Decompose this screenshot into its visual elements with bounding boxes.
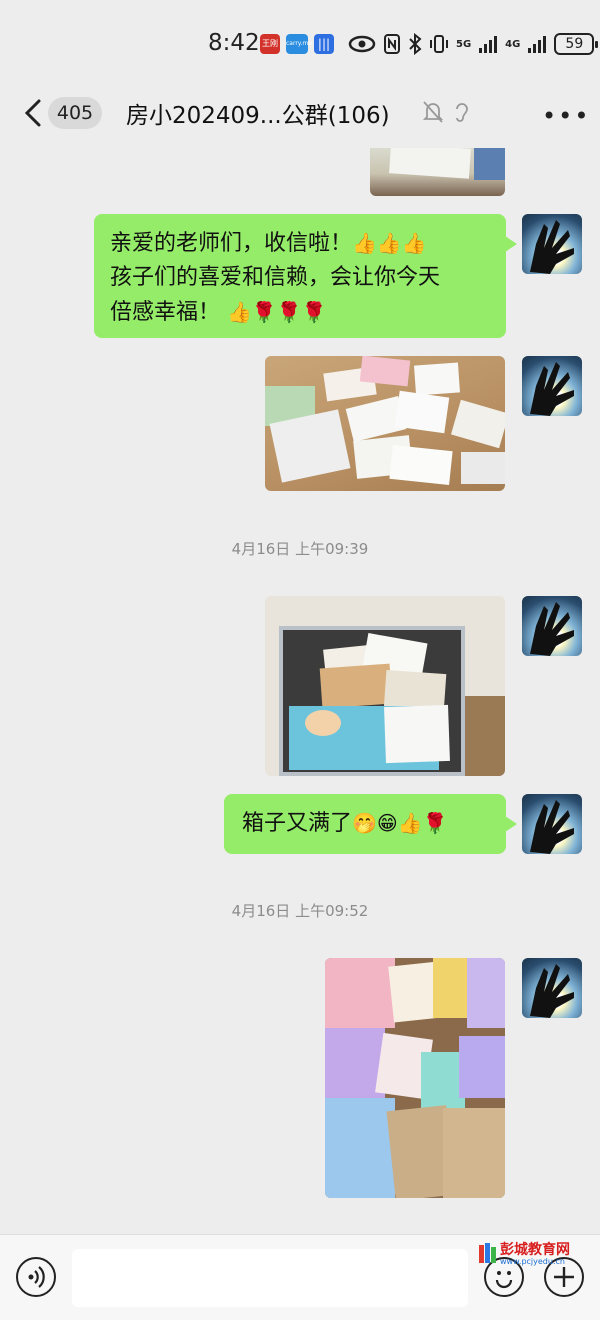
- back-arrow-icon[interactable]: [22, 98, 44, 128]
- system-icons: 5G 4G 59: [348, 30, 599, 58]
- chat-message-list[interactable]: 亲爱的老师们，收信啦！👍👍👍 孩子们的喜爱和信赖，会让你今天 倍感幸福！ 👍🌹🌹…: [0, 148, 600, 1234]
- image-message[interactable]: [265, 596, 505, 776]
- sender-avatar[interactable]: [522, 356, 582, 416]
- text-message[interactable]: 箱子又满了🤭😁👍🌹: [224, 794, 517, 854]
- chat-header: 405 房小202409...公群(106) •••: [0, 80, 600, 146]
- message-timestamp: 4月16日 上午09:52: [231, 902, 369, 920]
- status-bar: 8:42 王刚 carry.me ||| 5G 4G 59: [0, 0, 600, 80]
- watermark-title: 彭城教育网: [500, 1242, 570, 1258]
- image-message[interactable]: [370, 148, 505, 196]
- message-line: 孩子们的喜爱和信赖，会让你今天: [110, 265, 441, 290]
- thumbs-up-icon: 👍👍👍: [352, 231, 427, 255]
- signal-icon: [528, 36, 547, 53]
- voice-input-button[interactable]: [16, 1257, 56, 1297]
- eye-icon: [348, 35, 376, 53]
- network-4g: 4G: [505, 38, 521, 50]
- app-badge-blue: carry.me: [286, 34, 312, 54]
- watermark-url: www.pcjyedu.cn: [500, 1257, 565, 1266]
- message-line: 亲爱的老师们，收信啦！👍👍👍: [110, 231, 427, 256]
- text-message[interactable]: 亲爱的老师们，收信啦！👍👍👍 孩子们的喜爱和信赖，会让你今天 倍感幸福！ 👍🌹🌹…: [94, 214, 517, 338]
- image-message[interactable]: [325, 958, 505, 1198]
- books-logo-icon: [479, 1243, 496, 1263]
- mute-bell-icon: [422, 101, 444, 123]
- bluetooth-icon: [409, 33, 422, 55]
- network-5g: 5G: [456, 38, 472, 50]
- voice-assistant-icon: |||: [314, 34, 334, 54]
- message-input[interactable]: [72, 1249, 468, 1307]
- nfc-icon: [384, 34, 400, 54]
- voice-icon: [28, 1266, 45, 1288]
- sender-avatar[interactable]: [522, 794, 582, 854]
- grin-thumbs-rose-icon: 🤭😁👍🌹: [352, 811, 448, 835]
- sender-avatar[interactable]: [522, 596, 582, 656]
- message-line: 箱子又满了🤭😁👍🌹: [242, 811, 448, 836]
- unread-count-badge[interactable]: 405: [48, 97, 102, 129]
- app-badge-red: 王刚: [260, 34, 280, 54]
- site-watermark: 彭城教育网 www.pcjyedu.cn: [478, 1239, 598, 1267]
- sender-avatar[interactable]: [522, 958, 582, 1018]
- signal-icon: [479, 36, 498, 53]
- image-message[interactable]: [265, 356, 505, 491]
- rose-icon: 👍🌹🌹🌹: [227, 300, 327, 324]
- message-input-bar: 彭城教育网 www.pcjyedu.cn: [0, 1234, 600, 1320]
- chat-title[interactable]: 房小202409...公群(106): [126, 96, 390, 130]
- message-timestamp: 4月16日 上午09:39: [231, 540, 369, 558]
- more-options-icon[interactable]: •••: [542, 102, 590, 130]
- status-time: 8:42: [208, 30, 260, 56]
- ear-icon: [456, 103, 468, 122]
- vibrate-icon: [430, 35, 448, 53]
- message-line: 倍感幸福！ 👍🌹🌹🌹: [110, 300, 327, 325]
- battery-indicator: 59: [554, 33, 599, 55]
- sender-avatar[interactable]: [522, 214, 582, 274]
